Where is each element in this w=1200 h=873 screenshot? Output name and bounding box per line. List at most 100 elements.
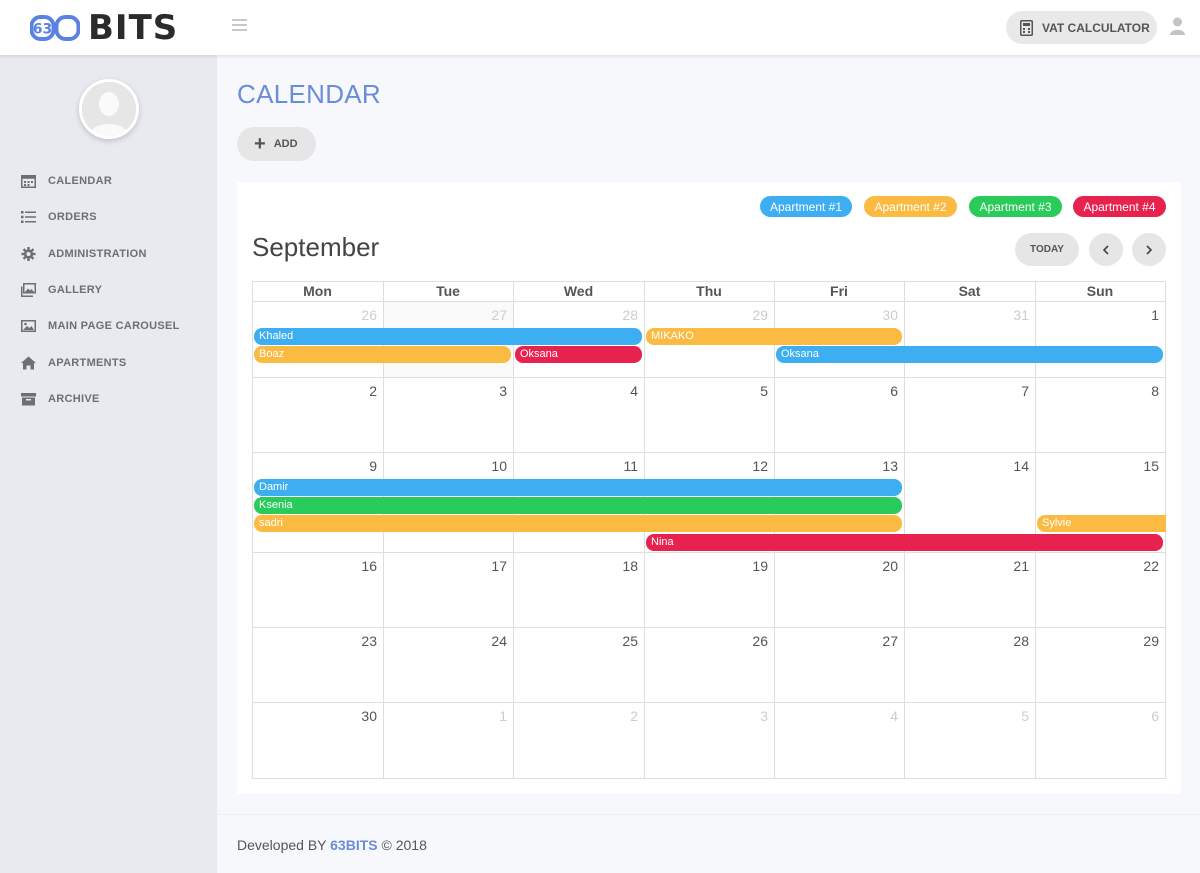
- day-number[interactable]: 28: [598, 307, 638, 323]
- grid-line: [252, 281, 253, 779]
- add-button[interactable]: + ADD: [237, 127, 316, 161]
- day-number[interactable]: 5: [728, 383, 768, 399]
- weekday-header: Wed: [563, 283, 594, 299]
- calendar-event[interactable]: Khaled: [254, 328, 642, 345]
- day-number[interactable]: 18: [598, 558, 638, 574]
- day-number[interactable]: 5: [989, 708, 1029, 724]
- calendar-event[interactable]: Sylvie: [1037, 515, 1166, 533]
- weekday-header: Sat: [958, 283, 981, 299]
- day-number[interactable]: 14: [989, 458, 1029, 474]
- footer-text: Developed BY 63BITS © 2018: [237, 837, 427, 853]
- hamburger-menu-icon[interactable]: [232, 19, 247, 33]
- day-number[interactable]: 30: [337, 708, 377, 724]
- top-bar: 63 BITS VAT CALCULATOR: [0, 0, 1200, 55]
- day-number[interactable]: 1: [1119, 307, 1159, 323]
- sidebar-item-label: MAIN PAGE CAROUSEL: [48, 320, 180, 333]
- sidebar-item-label: ORDERS: [48, 211, 97, 224]
- day-number[interactable]: 3: [467, 383, 507, 399]
- plus-icon: +: [254, 133, 266, 155]
- vat-calculator-label: VAT CALCULATOR: [1042, 20, 1150, 35]
- grid-line: [252, 301, 1166, 302]
- day-number[interactable]: 6: [858, 383, 898, 399]
- day-number[interactable]: 3: [728, 708, 768, 724]
- day-number[interactable]: 23: [337, 633, 377, 649]
- day-number[interactable]: 22: [1119, 558, 1159, 574]
- day-number[interactable]: 17: [467, 558, 507, 574]
- day-number[interactable]: 2: [598, 708, 638, 724]
- grid-line: [252, 452, 1166, 453]
- day-number[interactable]: 2: [337, 383, 377, 399]
- day-number[interactable]: 15: [1119, 458, 1159, 474]
- day-number[interactable]: 27: [858, 633, 898, 649]
- day-number[interactable]: 19: [728, 558, 768, 574]
- calendar-event[interactable]: Boaz: [254, 346, 511, 364]
- calendar-event[interactable]: Nina: [646, 533, 1163, 551]
- day-number[interactable]: 4: [598, 383, 638, 399]
- sidebar-item-label: CALENDAR: [48, 175, 113, 188]
- day-number[interactable]: 21: [989, 558, 1029, 574]
- day-number[interactable]: 24: [467, 633, 507, 649]
- page-title: CALENDAR: [237, 79, 381, 109]
- avatar[interactable]: [79, 79, 139, 139]
- grid-line: [252, 702, 1166, 703]
- day-number[interactable]: 8: [1119, 383, 1159, 399]
- sidebar-item-label: ADMINISTRATION: [48, 247, 147, 260]
- day-number[interactable]: 29: [728, 307, 768, 323]
- gallery-icon: [21, 283, 36, 298]
- sidebar-item-main-page-carousel[interactable]: MAIN PAGE CAROUSEL: [0, 308, 217, 344]
- sidebar-item-label: ARCHIVE: [48, 392, 100, 405]
- image-icon: [21, 320, 36, 333]
- day-number[interactable]: 10: [467, 458, 507, 474]
- day-number[interactable]: 12: [728, 458, 768, 474]
- chevron-right-icon: [1146, 244, 1153, 255]
- day-number[interactable]: 20: [858, 558, 898, 574]
- calendar-event[interactable]: Oksana: [776, 346, 1163, 364]
- sidebar-item-gallery[interactable]: GALLERY: [0, 272, 217, 308]
- day-number[interactable]: 29: [1119, 633, 1159, 649]
- weekday-header: Tue: [436, 283, 460, 299]
- day-number[interactable]: 26: [337, 307, 377, 323]
- day-number[interactable]: 30: [858, 307, 898, 323]
- legend-apartment-2[interactable]: Apartment #2: [864, 196, 957, 217]
- calendar-event[interactable]: MIKAKO: [646, 328, 902, 345]
- day-number[interactable]: 7: [989, 383, 1029, 399]
- day-number[interactable]: 13: [858, 458, 898, 474]
- calendar-event[interactable]: sadri: [254, 515, 902, 533]
- day-number[interactable]: 11: [598, 458, 638, 474]
- footer-prefix: Developed BY: [237, 837, 331, 853]
- day-number[interactable]: 6: [1119, 708, 1159, 724]
- grid-line: [252, 281, 1166, 282]
- sidebar-item-administration[interactable]: ADMINISTRATION: [0, 236, 217, 272]
- sidebar-item-label: GALLERY: [48, 284, 103, 297]
- day-number[interactable]: 1: [467, 708, 507, 724]
- day-number[interactable]: 16: [337, 558, 377, 574]
- grid-line: [252, 627, 1166, 628]
- legend-apartment-1[interactable]: Apartment #1: [760, 196, 852, 217]
- sidebar-item-apartments[interactable]: APARTMENTS: [0, 344, 217, 380]
- day-number[interactable]: 26: [728, 633, 768, 649]
- day-number[interactable]: 27: [467, 307, 507, 323]
- calendar-event[interactable]: Ksenia: [254, 497, 902, 515]
- grid-line: [252, 377, 1166, 378]
- day-number[interactable]: 31: [989, 307, 1029, 323]
- archive-icon: [21, 392, 36, 406]
- sidebar-item-calendar[interactable]: CALENDAR: [0, 163, 217, 199]
- vat-calculator-button[interactable]: VAT CALCULATOR: [1006, 11, 1157, 44]
- day-number[interactable]: 9: [337, 458, 377, 474]
- calendar-event[interactable]: Damir: [254, 479, 902, 496]
- user-icon[interactable]: [1170, 17, 1185, 35]
- sidebar-item-archive[interactable]: ARCHIVE: [0, 381, 217, 417]
- day-number[interactable]: 28: [989, 633, 1029, 649]
- next-month-button[interactable]: [1132, 233, 1166, 266]
- logo[interactable]: 63 BITS: [30, 10, 178, 46]
- day-number[interactable]: 25: [598, 633, 638, 649]
- calendar-event[interactable]: Oksana: [515, 346, 642, 364]
- today-button[interactable]: TODAY: [1015, 233, 1079, 266]
- sidebar-item-label: APARTMENTS: [48, 356, 127, 369]
- legend-apartment-4[interactable]: Apartment #4: [1073, 196, 1166, 217]
- sidebar-item-orders[interactable]: ORDERS: [0, 199, 217, 235]
- day-number[interactable]: 4: [858, 708, 898, 724]
- prev-month-button[interactable]: [1089, 233, 1123, 266]
- footer-brand-link[interactable]: 63BITS: [330, 837, 377, 853]
- legend-apartment-3[interactable]: Apartment #3: [969, 196, 1062, 217]
